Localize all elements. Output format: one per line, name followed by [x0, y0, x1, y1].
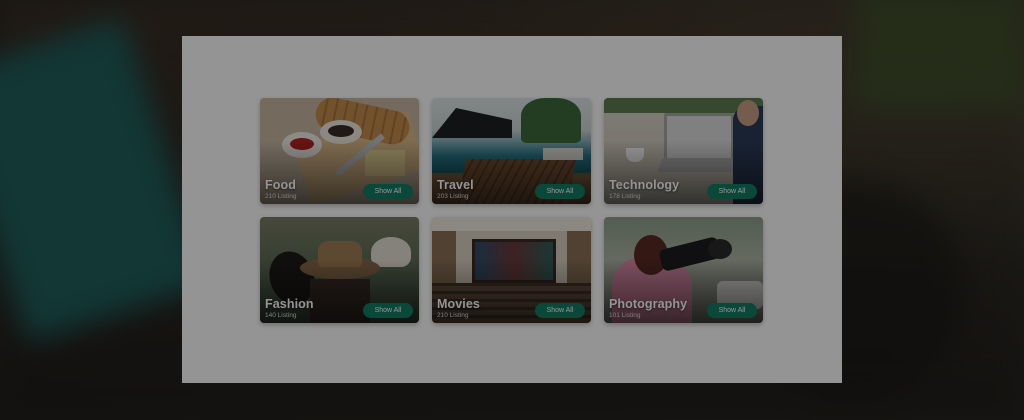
background-plant [854, 0, 1024, 110]
listing-count: 101 Listing [609, 312, 641, 319]
show-all-button[interactable]: Show All [535, 184, 585, 199]
category-title: Travel [437, 178, 474, 192]
listing-count: 210 Listing [265, 193, 297, 200]
category-title: Movies [437, 297, 480, 311]
category-title: Photography [609, 297, 688, 311]
listing-count: 140 Listing [265, 312, 297, 319]
show-all-button[interactable]: Show All [363, 303, 413, 318]
show-all-button[interactable]: Show All [707, 184, 757, 199]
category-card-movies[interactable]: Movies 210 Listing Show All [432, 217, 591, 323]
category-card-fashion[interactable]: Fashion 140 Listing Show All [260, 217, 419, 323]
listing-count: 210 Listing [437, 312, 469, 319]
listing-count: 203 Listing [437, 193, 469, 200]
category-card-food[interactable]: Food 210 Listing Show All [260, 98, 419, 204]
show-all-button[interactable]: Show All [535, 303, 585, 318]
category-grid: Food 210 Listing Show All Travel 203 Lis… [260, 98, 763, 323]
category-title: Food [265, 178, 296, 192]
category-card-technology[interactable]: Technology 178 Listing Show All [604, 98, 763, 204]
listing-count: 178 Listing [609, 193, 641, 200]
category-card-travel[interactable]: Travel 203 Listing Show All [432, 98, 591, 204]
show-all-button[interactable]: Show All [707, 303, 757, 318]
show-all-button[interactable]: Show All [363, 184, 413, 199]
category-card-photography[interactable]: Photography 101 Listing Show All [604, 217, 763, 323]
category-title: Technology [609, 178, 680, 192]
category-title: Fashion [265, 297, 314, 311]
category-panel: Food 210 Listing Show All Travel 203 Lis… [182, 36, 842, 383]
